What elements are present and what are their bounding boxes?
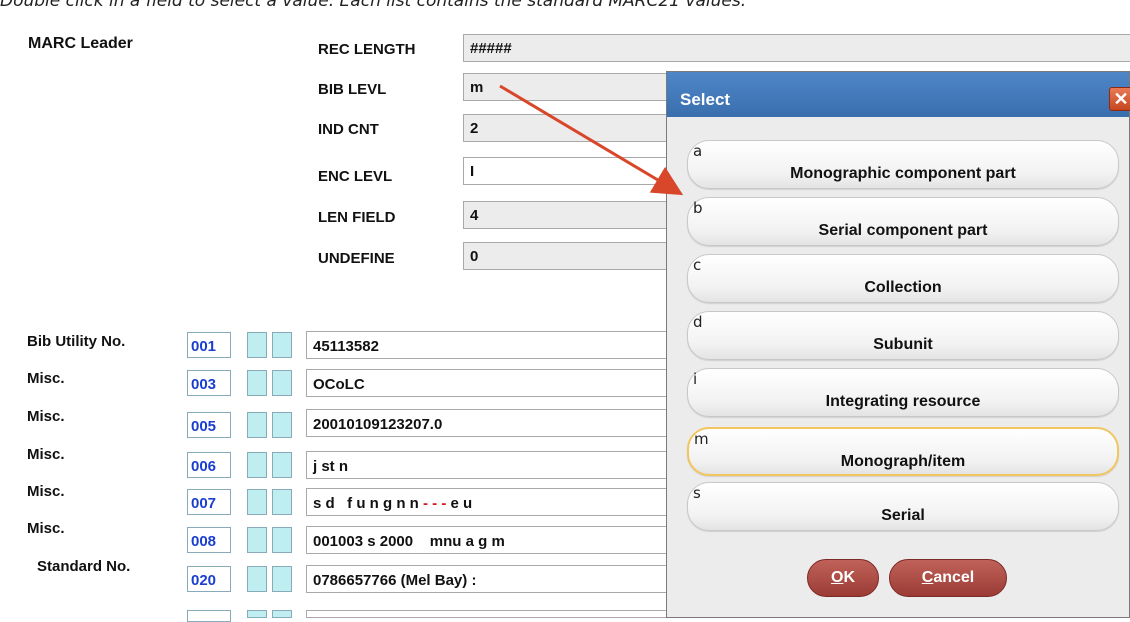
record-value-007-fill-chars: - - - xyxy=(423,495,451,512)
leader-label-rec-length: REC LENGTH xyxy=(318,41,416,58)
option-code: m xyxy=(694,430,709,448)
indicator1-box-001[interactable] xyxy=(247,332,267,358)
indicator2-box-next[interactable] xyxy=(272,610,292,618)
option-label: Subunit xyxy=(873,336,933,353)
record-value-007-part1: s d f u n g n n xyxy=(313,495,423,512)
dialog-title: Select xyxy=(680,90,731,109)
leader-field-undefine[interactable]: 0 xyxy=(463,242,683,270)
record-label-003: Misc. xyxy=(27,370,65,387)
option-code: a xyxy=(693,142,703,160)
tag-box-next[interactable] xyxy=(187,610,231,622)
indicator1-box-020[interactable] xyxy=(247,566,267,592)
indicator2-box-001[interactable] xyxy=(272,332,292,358)
option-label: Monograph/item xyxy=(840,453,966,470)
indicator2-box-008[interactable] xyxy=(272,527,292,553)
leader-label-bib-levl: BIB LEVL xyxy=(318,81,387,98)
option-label: Monographic component part xyxy=(790,165,1016,182)
indicator1-box-003[interactable] xyxy=(247,370,267,396)
leader-field-len-field[interactable]: 4 xyxy=(463,201,683,229)
leader-section-title: MARC Leader xyxy=(28,35,133,52)
record-value-005[interactable]: 20010109123207.0 xyxy=(306,409,726,437)
option-label: Collection xyxy=(864,279,942,296)
record-value-020[interactable]: 0786657766 (Mel Bay) : xyxy=(306,565,726,593)
option-m[interactable]: m Monograph/item xyxy=(687,427,1119,476)
indicator1-box-006[interactable] xyxy=(247,452,267,478)
ok-mnemonic: O xyxy=(830,569,844,586)
leader-field-rec-length[interactable]: ##### xyxy=(463,34,1130,62)
dialog-titlebar[interactable]: Select ✕ xyxy=(667,72,1130,117)
record-value-008[interactable]: 001003 s 2000 mnu a g m xyxy=(306,526,726,554)
record-label-020: Standard No. xyxy=(37,558,131,575)
indicator1-box-005[interactable] xyxy=(247,412,267,438)
record-value-003[interactable]: OCoLC xyxy=(306,369,726,397)
option-code: c xyxy=(693,256,702,274)
tag-box-020[interactable]: 020 xyxy=(187,566,231,592)
leader-label-undefine: UNDEFINE xyxy=(318,250,395,267)
indicator2-box-005[interactable] xyxy=(272,412,292,438)
record-label-005: Misc. xyxy=(27,408,65,425)
tag-box-008[interactable]: 008 xyxy=(187,527,231,553)
indicator2-box-006[interactable] xyxy=(272,452,292,478)
record-value-006[interactable]: j st n xyxy=(306,451,726,479)
option-label: Serial xyxy=(881,507,925,524)
record-label-006: Misc. xyxy=(27,446,65,463)
option-a[interactable]: a Monographic component part xyxy=(687,140,1119,189)
leader-field-enc-levl[interactable]: I xyxy=(463,157,683,185)
tag-box-001[interactable]: 001 xyxy=(187,332,231,358)
ok-button[interactable]: OK xyxy=(807,559,879,597)
option-b[interactable]: b Serial component part xyxy=(687,197,1119,246)
option-i[interactable]: i Integrating resource xyxy=(687,368,1119,417)
record-value-007-part3: e u xyxy=(450,495,473,512)
option-c[interactable]: c Collection xyxy=(687,254,1119,303)
indicator1-box-008[interactable] xyxy=(247,527,267,553)
record-label-001: Bib Utility No. xyxy=(27,333,126,350)
ok-label-rest: K xyxy=(843,569,855,586)
leader-label-ind-cnt: IND CNT xyxy=(318,121,379,138)
option-code: b xyxy=(693,199,703,217)
indicator1-box-007[interactable] xyxy=(247,489,267,515)
option-code: s xyxy=(693,484,701,502)
tag-box-005[interactable]: 005 xyxy=(187,412,231,438)
option-s[interactable]: s Serial xyxy=(687,482,1119,531)
option-label: Integrating resource xyxy=(825,393,981,410)
record-value-next[interactable] xyxy=(306,610,726,618)
instruction-caption: Double click in a field to select a valu… xyxy=(0,0,747,11)
record-value-007[interactable]: s d f u n g n n - - - e u xyxy=(306,488,726,516)
indicator2-box-003[interactable] xyxy=(272,370,292,396)
indicator2-box-020[interactable] xyxy=(272,566,292,592)
indicator2-box-007[interactable] xyxy=(272,489,292,515)
leader-field-bib-levl[interactable]: m xyxy=(463,73,683,101)
cancel-mnemonic: C xyxy=(921,569,934,586)
option-d[interactable]: d Subunit xyxy=(687,311,1119,360)
option-label: Serial component part xyxy=(818,222,988,239)
leader-label-len-field: LEN FIELD xyxy=(318,209,396,226)
cancel-label-rest: ancel xyxy=(933,569,975,586)
tag-box-003[interactable]: 003 xyxy=(187,370,231,396)
record-label-008: Misc. xyxy=(27,520,65,537)
leader-field-ind-cnt[interactable]: 2 xyxy=(463,114,683,142)
close-icon[interactable]: ✕ xyxy=(1109,87,1130,111)
tag-box-007[interactable]: 007 xyxy=(187,489,231,515)
leader-label-enc-levl: ENC LEVL xyxy=(318,168,393,185)
record-value-001[interactable]: 45113582 xyxy=(306,331,726,359)
cancel-button[interactable]: Cancel xyxy=(889,559,1007,597)
option-code: d xyxy=(693,313,703,331)
tag-box-006[interactable]: 006 xyxy=(187,452,231,478)
option-code: i xyxy=(693,370,698,388)
select-dialog: Select ✕ a Monographic component part b … xyxy=(666,71,1130,618)
record-label-007: Misc. xyxy=(27,483,65,500)
indicator1-box-next[interactable] xyxy=(247,610,267,618)
